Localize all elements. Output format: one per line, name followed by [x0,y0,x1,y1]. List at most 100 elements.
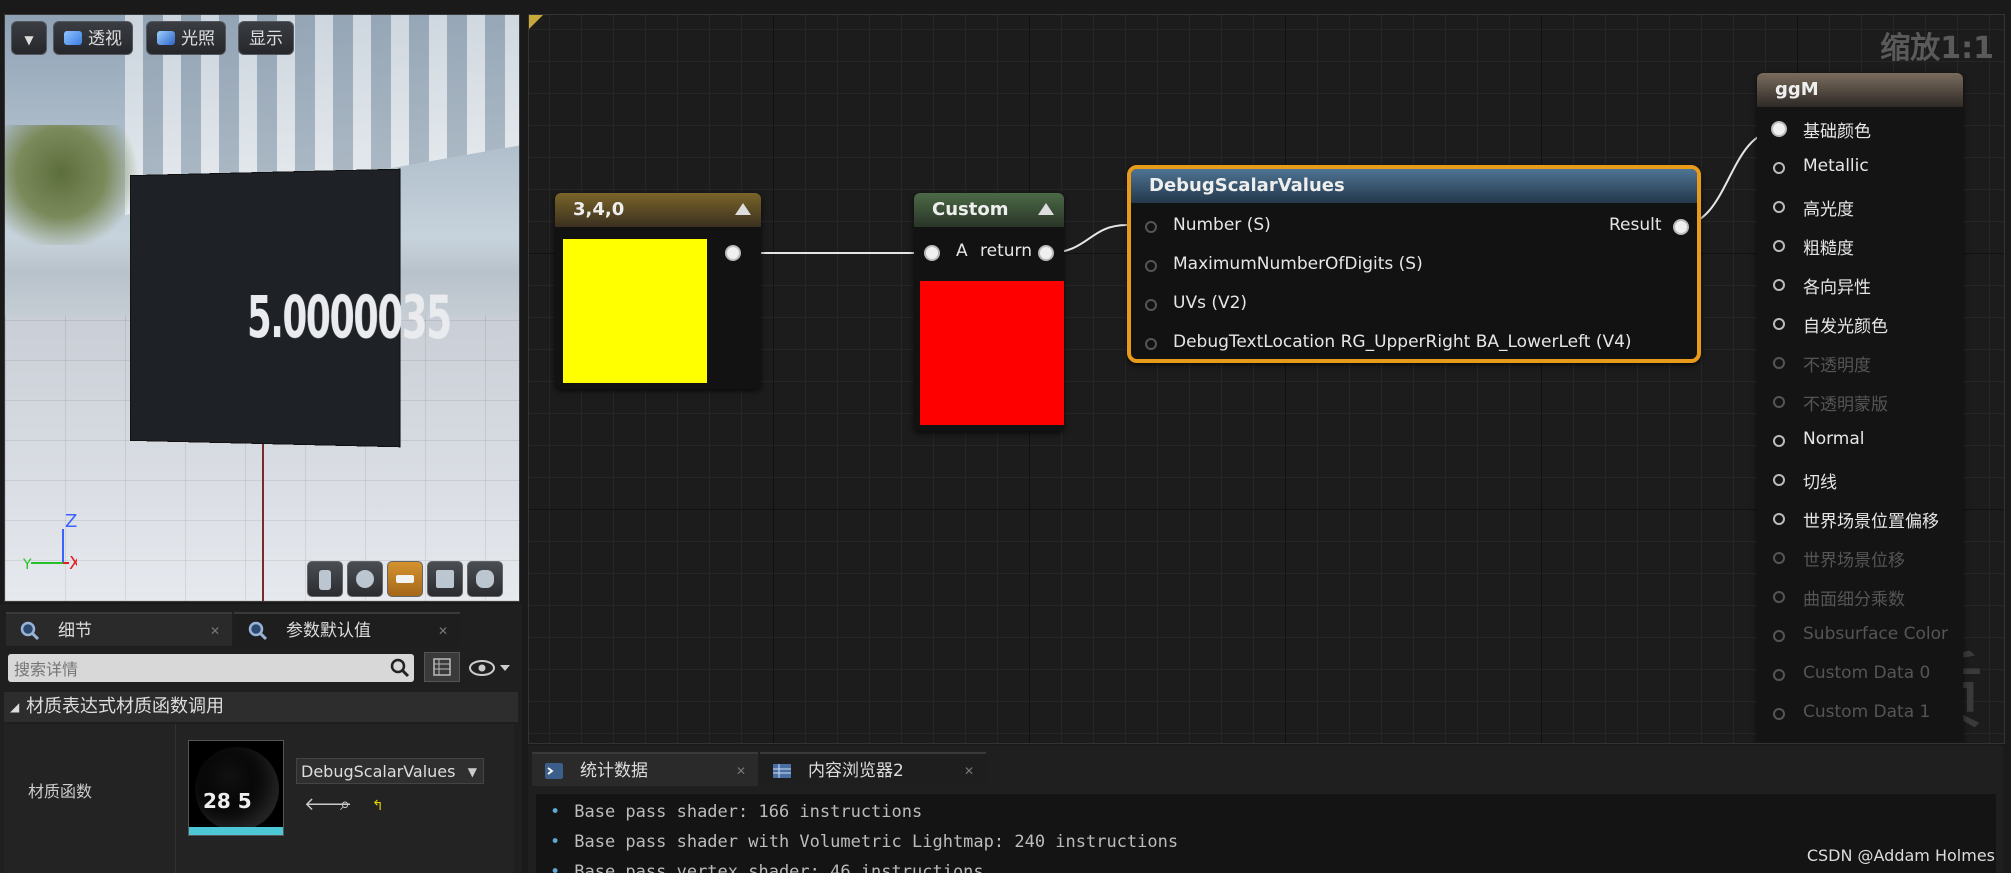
section-material-function-call[interactable]: ◢ 材质表达式材质函数调用 [4,692,518,722]
material-pin[interactable] [1773,708,1785,720]
node-debug-title: DebugScalarValues [1149,175,1345,196]
show-button[interactable]: 显示 [238,21,294,55]
bullet-icon: • [550,832,561,852]
pin-output-return-label: return [980,241,1032,261]
log-line: • Base pass vertex shader: 46 instruction… [550,862,984,873]
material-pin[interactable] [1773,240,1785,252]
eye-icon [469,660,510,676]
material-function-thumbnail[interactable]: 28 5 [188,740,284,836]
material-pin[interactable] [1773,513,1785,525]
lit-cube-icon [157,31,175,45]
material-preview-viewport[interactable]: 5.0000035 ▼ 透视 光照 显示 Z X Y [4,14,520,602]
material-pin-label: Normal [1803,429,1865,449]
viewport-options-button[interactable]: ▼ [11,21,47,55]
material-pin-label: 世界场景位移 [1803,551,1905,571]
pin-input-uvs[interactable] [1145,299,1157,311]
node-debug-header[interactable]: DebugScalarValues [1131,169,1697,203]
sphere-preview-button[interactable] [347,561,383,597]
cube-debug-number: 5.0000035 [247,282,451,353]
bullet-icon: • [550,862,561,873]
lit-button[interactable]: 光照 [146,21,226,55]
collapse-triangle-icon[interactable]: ◢ [10,692,19,722]
close-icon[interactable]: ✕ [210,614,220,648]
material-pin[interactable] [1773,630,1785,642]
node-custom[interactable]: Custom A return [914,193,1064,431]
material-pin[interactable] [1773,162,1785,174]
material-pin[interactable] [1773,591,1785,603]
lit-label: 光照 [181,29,215,49]
pin-output-return[interactable] [1040,247,1052,259]
node-constant-header[interactable]: 3,4,0 [555,193,761,227]
stats-log: • Base pass shader: 166 instructions • Bas… [536,794,1996,873]
node-custom-header[interactable]: Custom [914,193,1064,227]
perspective-button[interactable]: 透视 [53,21,133,55]
pin-input-number[interactable] [1145,221,1157,233]
material-pin[interactable] [1773,552,1785,564]
log-line-text: Base pass shader with Volumetric Lightma… [574,832,1179,852]
tab-content-browser-2[interactable]: 内容浏览器2 ✕ [760,752,986,786]
cube-preview-button[interactable] [427,561,463,597]
pin-input-max-digits-label: MaximumNumberOfDigits (S) [1173,254,1423,274]
close-icon[interactable]: ✕ [736,754,746,788]
property-matrix-button[interactable] [424,652,460,682]
pin-output-rgb[interactable] [727,247,739,259]
collapse-triangle-icon[interactable] [1038,203,1054,215]
pin-output-result[interactable] [1675,221,1687,233]
details-search-input[interactable] [12,654,386,684]
material-pin-label: 不透明度 [1803,356,1871,376]
material-pin-label: 基础颜色 [1803,122,1871,142]
cylinder-preview-button[interactable] [307,561,343,597]
material-pin[interactable] [1773,435,1785,447]
node-debug-scalar-values[interactable]: DebugScalarValues Number (S) MaximumNumb… [1127,165,1701,363]
teapot-icon [476,570,494,588]
show-label: 显示 [249,29,283,49]
tab-stats[interactable]: 统计数据 ✕ [532,752,758,786]
reset-icon[interactable]: ↰ [372,798,384,814]
material-pin[interactable] [1773,201,1785,213]
details-search-box [8,654,414,684]
collapse-triangle-icon[interactable] [735,203,751,215]
material-pin[interactable] [1773,279,1785,291]
tab-parameter-defaults[interactable]: 参数默认值 ✕ [234,612,460,646]
pin-input-a[interactable] [926,247,938,259]
material-pin-label: 各向异性 [1803,278,1871,298]
material-pin-label: Subsurface Color [1803,624,1948,644]
material-pin[interactable] [1773,474,1785,486]
material-pin[interactable] [1773,357,1785,369]
axis-z-label: Z [65,511,77,532]
axis-y-label: Y [22,557,32,571]
node-constant-vector[interactable]: 3,4,0 [555,193,761,389]
node-material-result[interactable]: ggM 基础颜色 Metallic 高光度 粗糙度 各向异性 自发光颜色 不透明度 不透明蒙版… [1757,73,1963,743]
material-pin[interactable] [1773,318,1785,330]
pin-input-max-digits[interactable] [1145,260,1157,272]
node-material-header[interactable]: ggM [1757,73,1963,107]
stats-log-icon [545,763,563,779]
close-icon[interactable]: ✕ [438,614,448,648]
material-pin-label: 切线 [1803,473,1837,493]
chevron-down-icon: ▼ [24,33,34,47]
plane-preview-button[interactable] [387,561,423,597]
material-function-dropdown[interactable]: DebugScalarValues ▼ [296,758,484,784]
content-browser-icon [773,764,791,778]
node-material-title: ggM [1775,79,1819,100]
material-graph-editor[interactable]: 缩放1:1 材质 3,4,0 Custom A return DebugScal… [528,14,2005,744]
browse-search-icon[interactable]: ⌕ [340,794,350,815]
search-icon[interactable] [390,658,410,678]
background-trees [5,125,145,245]
tab-content-browser-2-label: 内容浏览器2 [808,761,904,781]
node-constant-title: 3,4,0 [573,199,625,220]
axis-x-label: X [69,553,77,571]
column-divider[interactable] [175,724,176,873]
pin-input-text-location[interactable] [1145,338,1157,350]
visibility-options-button[interactable] [468,656,514,680]
material-pin[interactable] [1773,396,1785,408]
plane-icon [396,575,414,583]
tab-details[interactable]: 细节 ✕ [6,612,232,646]
material-pin[interactable] [1773,123,1785,135]
material-pin-label: 不透明蒙版 [1803,395,1888,415]
teapot-preview-button[interactable] [467,561,503,597]
close-icon[interactable]: ✕ [964,754,974,788]
material-function-value: DebugScalarValues [301,762,456,781]
property-label: 材质函数 [28,782,93,801]
material-pin[interactable] [1773,669,1785,681]
